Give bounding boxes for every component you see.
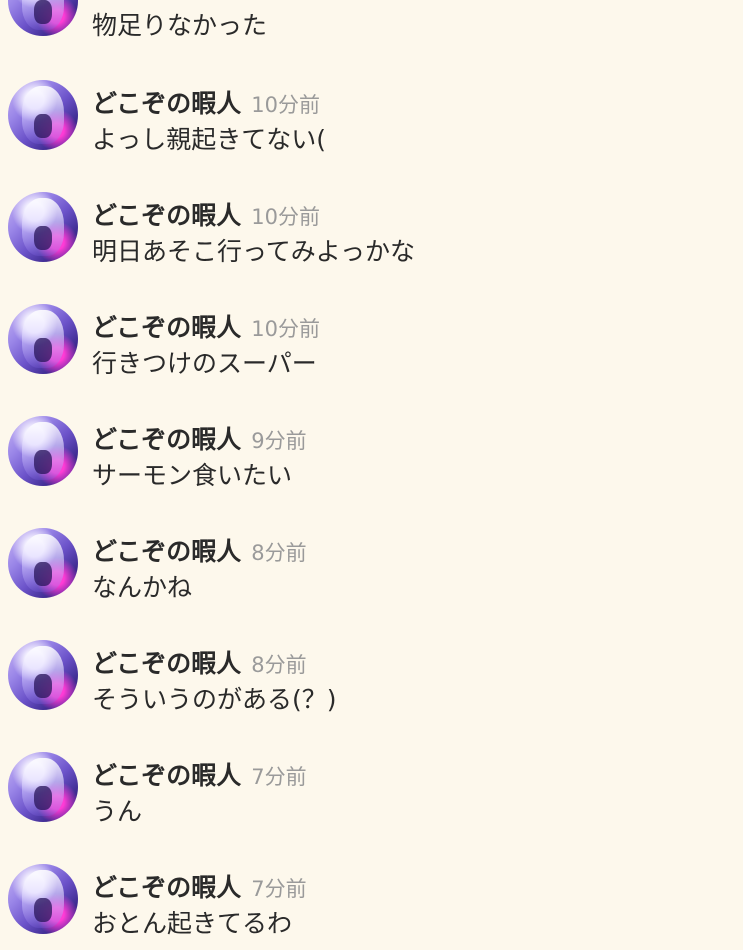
username[interactable]: どこぞの暇人 <box>92 873 241 902</box>
username[interactable]: どこぞの暇人 <box>92 537 241 566</box>
username[interactable]: どこぞの暇人 <box>92 425 241 454</box>
message-header: どこぞの暇人 7分前 <box>92 868 307 904</box>
message-text: おとん起きてるわ <box>92 909 293 938</box>
timestamp: 8分前 <box>251 541 307 565</box>
message-text: うん <box>92 797 143 826</box>
avatar[interactable] <box>8 528 78 598</box>
message-feed: 物足りなかった どこぞの暇人 10分前 よっし親起きてない( どこぞの暇人 10分前… <box>0 0 743 950</box>
message-text: 明日あそこ行ってみよっかな <box>92 237 416 266</box>
avatar[interactable] <box>8 864 78 934</box>
timestamp: 10分前 <box>251 205 320 229</box>
message-item: どこぞの暇人 10分前 明日あそこ行ってみよっかな <box>0 192 743 304</box>
message-item: どこぞの暇人 7分前 うん <box>0 752 743 864</box>
avatar[interactable] <box>8 752 78 822</box>
avatar[interactable] <box>8 304 78 374</box>
username[interactable]: どこぞの暇人 <box>92 313 241 342</box>
message-header: どこぞの暇人 9分前 <box>92 420 307 456</box>
message-header: どこぞの暇人 8分前 <box>92 532 307 568</box>
message-header: どこぞの暇人 10分前 <box>92 84 320 120</box>
avatar[interactable] <box>8 80 78 150</box>
message-item: どこぞの暇人 10分前 よっし親起きてない( <box>0 80 743 192</box>
message-text: そういうのがある(？) <box>92 685 337 714</box>
timestamp: 8分前 <box>251 653 307 677</box>
message-item: どこぞの暇人 8分前 なんかね <box>0 528 743 640</box>
avatar[interactable] <box>8 192 78 262</box>
message-header: どこぞの暇人 10分前 <box>92 196 320 232</box>
avatar[interactable] <box>8 0 78 36</box>
avatar[interactable] <box>8 416 78 486</box>
message-text: なんかね <box>92 573 193 602</box>
message-item: どこぞの暇人 10分前 行きつけのスーパー <box>0 304 743 416</box>
message-text: サーモン食いたい <box>92 461 293 490</box>
message-text: よっし親起きてない( <box>92 125 327 154</box>
message-header: どこぞの暇人 7分前 <box>92 756 307 792</box>
username[interactable]: どこぞの暇人 <box>92 649 241 678</box>
username[interactable]: どこぞの暇人 <box>92 89 241 118</box>
timestamp: 10分前 <box>251 93 320 117</box>
message-header: どこぞの暇人 10分前 <box>92 308 320 344</box>
timestamp: 7分前 <box>251 765 307 789</box>
message-header: どこぞの暇人 8分前 <box>92 644 307 680</box>
avatar[interactable] <box>8 640 78 710</box>
message-item: どこぞの暇人 9分前 サーモン食いたい <box>0 416 743 528</box>
timestamp: 10分前 <box>251 317 320 341</box>
message-item: どこぞの暇人 7分前 おとん起きてるわ <box>0 864 743 950</box>
timestamp: 9分前 <box>251 429 307 453</box>
message-text: 物足りなかった <box>92 11 268 40</box>
message-text: 行きつけのスーパー <box>92 349 317 378</box>
message-item: どこぞの暇人 8分前 そういうのがある(？) <box>0 640 743 752</box>
username[interactable]: どこぞの暇人 <box>92 201 241 230</box>
username[interactable]: どこぞの暇人 <box>92 761 241 790</box>
timestamp: 7分前 <box>251 877 307 901</box>
